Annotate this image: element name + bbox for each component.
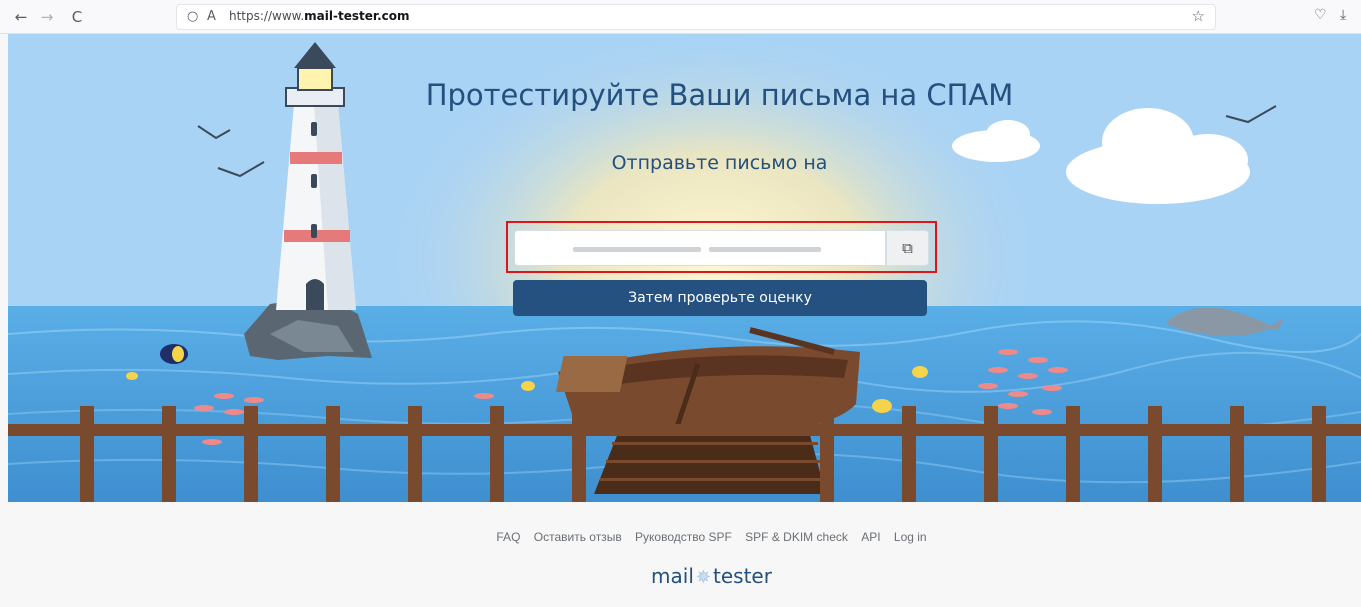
logo-text-right: tester [713,564,772,588]
footer-link-spf-dkim-check[interactable]: SPF & DKIM check [745,530,848,544]
download-icon[interactable]: ⤓ [1340,7,1346,23]
blurred-email-part [709,247,821,252]
footer-link-api[interactable]: API [861,530,880,544]
blurred-email-part [573,247,701,252]
email-highlight-box: ⧉ [506,221,937,273]
footer-links: FAQ Оставить отзыв Руководство SPF SPF &… [0,530,1361,544]
footer-link-login[interactable]: Log in [894,530,927,544]
copy-email-button[interactable]: ⧉ [886,230,929,266]
dock [594,428,826,494]
ship-wheel-icon: ✵ [695,567,711,588]
lock-icon[interactable]: A [207,7,216,27]
footer-link-spf-guide[interactable]: Руководство SPF [635,530,732,544]
copy-icon: ⧉ [902,239,913,257]
footer-link-feedback[interactable]: Оставить отзыв [534,530,622,544]
test-email-field[interactable] [514,230,886,266]
browser-toolbar: ← → C ○ A https://www.mail-tester.com ☆ … [0,0,1361,34]
logo-text-left: mail [651,564,694,588]
pocket-icon[interactable]: ♡ [1314,7,1327,23]
address-bar[interactable]: ○ A https://www.mail-tester.com ☆ [176,4,1216,30]
hero-illustration: Протестируйте Ваши письма на СПАМ Отправ… [8,34,1361,502]
shield-icon[interactable]: ○ [187,7,198,27]
page-title: Протестируйте Ваши письма на СПАМ [425,78,1014,112]
reload-icon[interactable]: C [66,6,88,28]
back-icon[interactable]: ← [10,6,32,28]
url-text[interactable]: https://www.mail-tester.com [229,9,410,23]
check-score-button[interactable]: Затем проверьте оценку [513,280,927,316]
bookmark-star-icon[interactable]: ☆ [1192,7,1205,25]
send-to-label: Отправьте письмо на [611,152,828,174]
forward-icon[interactable]: → [36,6,58,28]
mail-tester-logo[interactable]: mail ✵ tester [0,564,1361,588]
footer-link-faq[interactable]: FAQ [496,530,520,544]
